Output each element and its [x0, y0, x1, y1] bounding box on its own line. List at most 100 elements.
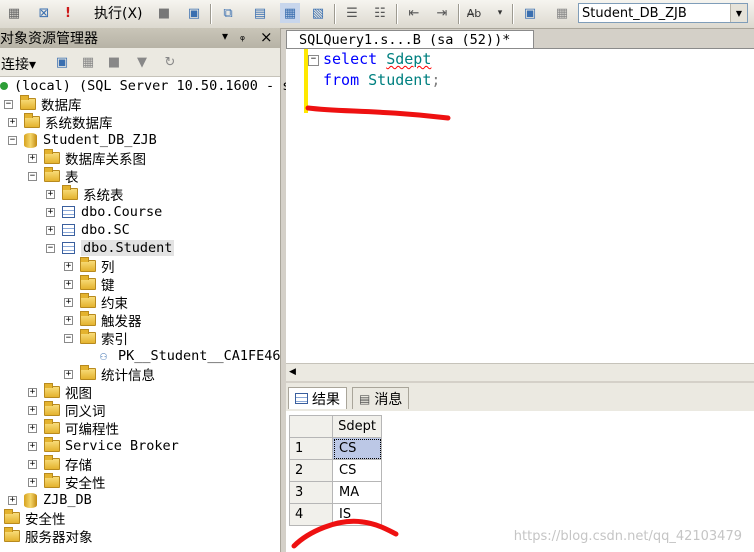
expand-icon[interactable]: +: [28, 423, 37, 433]
grid-corner[interactable]: [289, 415, 333, 438]
tree-db-security[interactable]: + 安全性: [28, 473, 106, 492]
tree-diagrams[interactable]: + 数据库关系图: [28, 149, 146, 168]
stop-icon[interactable]: ■: [154, 3, 174, 23]
tree-indexes[interactable]: − 索引: [64, 329, 128, 348]
tree-table-course[interactable]: + dbo.Course: [46, 203, 162, 221]
result-cell[interactable]: MA: [332, 481, 382, 504]
expand-icon[interactable]: +: [28, 405, 37, 415]
tree-student-db[interactable]: − Student_DB_ZJB: [8, 131, 157, 149]
expand-icon[interactable]: +: [46, 207, 55, 217]
stop-icon[interactable]: ■: [104, 52, 124, 72]
tree-storage[interactable]: + 存储: [28, 455, 92, 474]
collapse-icon[interactable]: −: [64, 333, 73, 343]
query-editor[interactable]: − select Sdept from Student;: [286, 48, 754, 364]
row-header[interactable]: 1: [289, 437, 333, 460]
tree-triggers[interactable]: + 触发器: [64, 311, 142, 330]
editor-scrollbar[interactable]: ◀: [286, 363, 754, 381]
parse-icon[interactable]: ▦: [4, 3, 24, 23]
database-select[interactable]: Student_DB_ZJB ▼: [578, 3, 748, 23]
folder-icon: [20, 95, 36, 110]
tree-columns[interactable]: + 列: [64, 257, 115, 276]
tree-server[interactable]: (local) (SQL Server 10.50.1600 - s: [0, 77, 290, 95]
table-icon: [62, 242, 75, 254]
table-row[interactable]: 3 MA: [289, 481, 382, 504]
row-header[interactable]: 3: [289, 481, 333, 504]
tree-statistics[interactable]: + 统计信息: [64, 365, 155, 384]
connect-button[interactable]: 连接▾: [1, 54, 36, 74]
expand-icon[interactable]: +: [64, 297, 73, 307]
debug-icon[interactable]: ▣: [184, 3, 204, 23]
result-cell[interactable]: CS: [332, 437, 382, 460]
object-explorer-icon[interactable]: ▣: [520, 3, 540, 23]
specify-values-icon[interactable]: A̶b: [464, 3, 484, 23]
result-cell[interactable]: CS: [332, 459, 382, 482]
expand-icon[interactable]: +: [46, 225, 55, 235]
tree-pk-index[interactable]: ⚇ PK__Student__CA1FE46: [100, 347, 281, 365]
tree-databases[interactable]: − 数据库: [4, 95, 82, 114]
tree-service-broker[interactable]: + Service Broker: [28, 437, 179, 455]
results-file-icon[interactable]: ▧: [308, 3, 328, 23]
table-row[interactable]: 2 CS: [289, 459, 382, 482]
scroll-left-icon[interactable]: ◀: [289, 367, 296, 377]
expand-icon[interactable]: +: [64, 279, 73, 289]
tree-server-objects[interactable]: 服务器对象: [4, 527, 93, 546]
execute-icon[interactable]: !: [58, 3, 78, 23]
tree-security[interactable]: 安全性: [4, 509, 66, 528]
tree-tables[interactable]: − 表: [28, 167, 79, 186]
expand-icon[interactable]: +: [28, 153, 37, 163]
execute-button[interactable]: 执行(X): [94, 3, 143, 23]
tree-table-sc[interactable]: + dbo.SC: [46, 221, 130, 239]
dropdown-icon[interactable]: ▾: [222, 29, 228, 43]
pin-icon[interactable]: ᵩ: [240, 29, 245, 43]
object-explorer: 对象资源管理器 ▾ ᵩ × 连接▾ ▣ ▦ ■ ▼ ↻ (local) (SQL…: [0, 28, 290, 552]
indent-icon[interactable]: ⇥: [432, 3, 452, 23]
expand-icon[interactable]: +: [8, 117, 17, 127]
tree-system-tables[interactable]: + 系统表: [46, 185, 124, 204]
filter-icon[interactable]: ▼: [132, 52, 152, 72]
collapse-icon[interactable]: −: [308, 55, 319, 66]
properties-icon[interactable]: ▦: [552, 3, 572, 23]
plan-icon[interactable]: ⧉: [218, 3, 238, 23]
tree-keys[interactable]: + 键: [64, 275, 115, 294]
outdent-icon[interactable]: ⇤: [404, 3, 424, 23]
tab-messages[interactable]: ▤ 消息: [352, 387, 410, 409]
tab-sqlquery1[interactable]: SQLQuery1.s...B (sa (52))*: [286, 30, 534, 48]
collapse-icon[interactable]: −: [8, 135, 17, 145]
tree-table-student[interactable]: − dbo.Student: [46, 239, 175, 257]
tree-views[interactable]: + 视图: [28, 383, 92, 402]
tree-zjb-db[interactable]: + ZJB_DB: [8, 491, 92, 509]
expand-icon[interactable]: +: [64, 315, 73, 325]
refresh-icon[interactable]: ↻: [160, 52, 180, 72]
row-header[interactable]: 2: [289, 459, 333, 482]
expand-icon[interactable]: +: [28, 441, 37, 451]
collapse-icon[interactable]: −: [28, 171, 37, 181]
tree-system-databases[interactable]: + 系统数据库: [8, 113, 113, 132]
toolbar-overflow-icon[interactable]: ▾: [490, 3, 510, 23]
expand-icon[interactable]: +: [28, 459, 37, 469]
expand-icon[interactable]: +: [8, 495, 17, 505]
uncomment-icon[interactable]: ☷: [370, 3, 390, 23]
collapse-icon[interactable]: −: [4, 99, 13, 109]
comment-icon[interactable]: ☰: [342, 3, 362, 23]
close-icon[interactable]: ×: [260, 28, 273, 46]
connect-icon[interactable]: ▣: [52, 52, 72, 72]
expand-icon[interactable]: +: [64, 261, 73, 271]
tree-synonyms[interactable]: + 同义词: [28, 401, 106, 420]
tab-results[interactable]: 结果: [288, 387, 347, 409]
expand-icon[interactable]: +: [46, 189, 55, 199]
disconnect-icon[interactable]: ▦: [78, 52, 98, 72]
expand-icon[interactable]: +: [28, 387, 37, 397]
tree-programmability[interactable]: + 可编程性: [28, 419, 119, 438]
column-header-sdept[interactable]: Sdept: [332, 415, 382, 438]
results-grid-icon[interactable]: ▦: [280, 3, 300, 23]
collapse-icon[interactable]: −: [46, 243, 55, 253]
folder-icon: [44, 401, 60, 416]
folder-icon: [4, 509, 20, 524]
expand-icon[interactable]: +: [28, 477, 37, 487]
results-icon[interactable]: ⊠: [34, 3, 54, 23]
chevron-down-icon[interactable]: ▼: [730, 4, 747, 22]
results-text-icon[interactable]: ▤: [250, 3, 270, 23]
expand-icon[interactable]: +: [64, 369, 73, 379]
table-row[interactable]: 1 CS: [289, 437, 382, 460]
tree-constraints[interactable]: + 约束: [64, 293, 128, 312]
